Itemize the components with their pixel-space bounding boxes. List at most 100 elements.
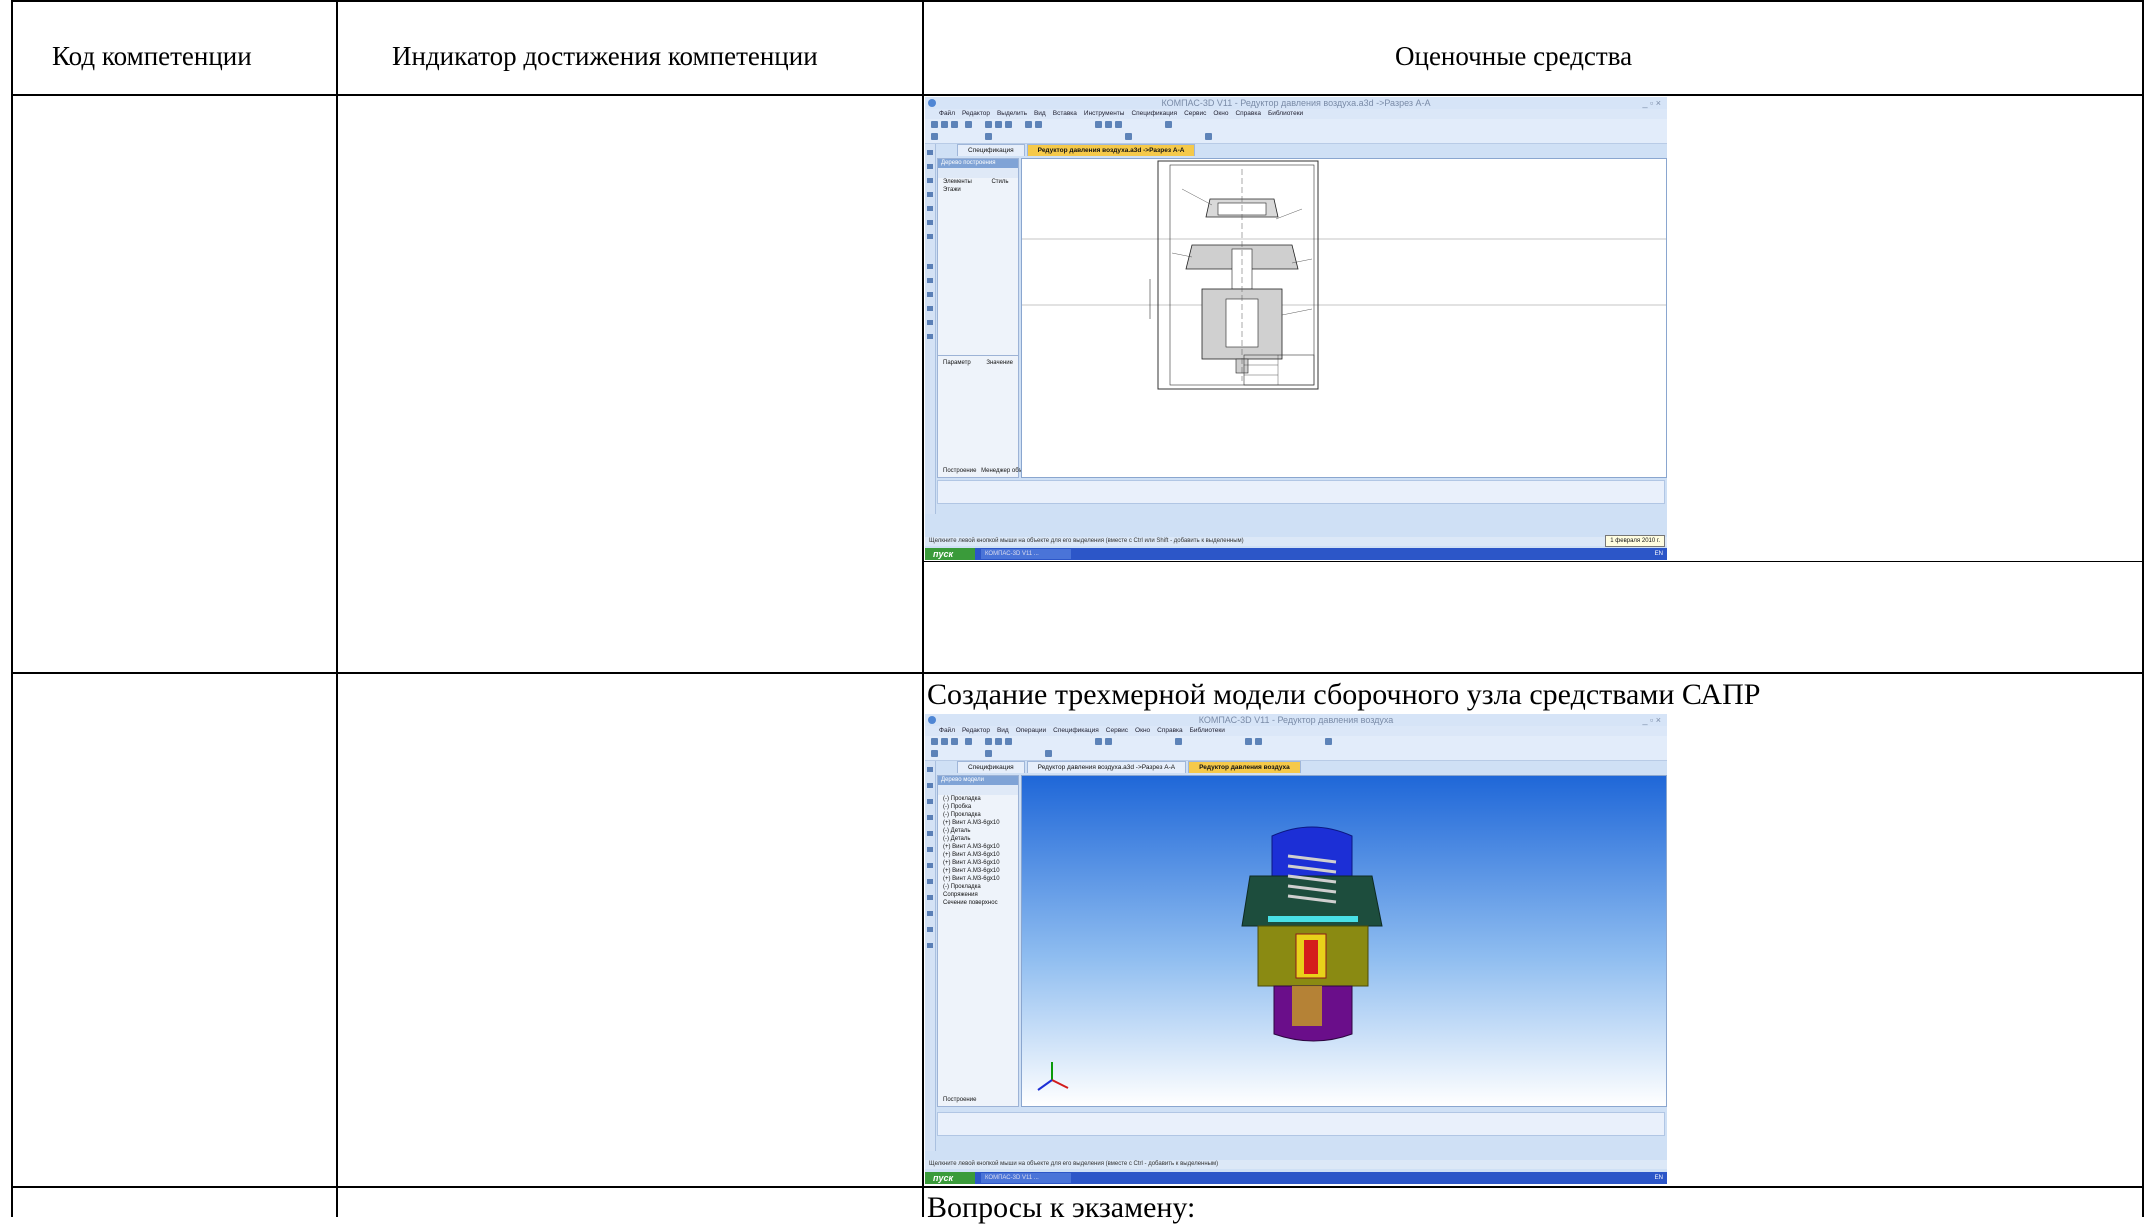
coordinates-icon[interactable] [1205, 133, 1212, 140]
menu-item[interactable]: Файл [939, 109, 955, 119]
zoom-in-icon[interactable] [1095, 738, 1102, 745]
cut-icon[interactable] [985, 738, 992, 745]
grid-icon[interactable] [1045, 750, 1052, 757]
select-icon[interactable] [927, 879, 933, 884]
copy-icon[interactable] [995, 738, 1002, 745]
hatch-icon[interactable] [927, 334, 933, 339]
tree-item[interactable]: (-) Прокладка [938, 883, 1018, 891]
menu-item[interactable]: Сервис [1106, 726, 1128, 736]
paste-icon[interactable] [1005, 738, 1012, 745]
select-icon[interactable] [927, 234, 933, 239]
tab-section-a-a[interactable]: Редуктор давления воздуха.a3d ->Разрез А… [1026, 761, 1187, 773]
zoom-out-icon[interactable] [1105, 121, 1112, 128]
tree-item[interactable]: (-) Деталь [938, 835, 1018, 843]
tab-construction[interactable]: Построение [943, 468, 976, 474]
designations-icon[interactable] [927, 178, 933, 183]
menu-item[interactable]: Выделить [997, 109, 1027, 119]
library-icon[interactable] [927, 911, 933, 916]
edit-icon[interactable] [927, 192, 933, 197]
menu-item[interactable]: Библиотеки [1190, 726, 1225, 736]
extrude-icon[interactable] [927, 783, 933, 788]
new-file-icon[interactable] [931, 738, 938, 745]
menu-item[interactable]: Справка [1157, 726, 1183, 736]
print-icon[interactable] [965, 738, 972, 745]
menu-item[interactable]: Спецификация [1131, 109, 1177, 119]
model-viewport[interactable] [1021, 775, 1667, 1107]
tree-item[interactable]: (+) Винт А.М3-6gx10 [938, 867, 1018, 875]
cut-icon[interactable] [985, 121, 992, 128]
drawing-canvas[interactable] [1021, 158, 1667, 478]
menu-item[interactable]: Сервис [1184, 109, 1206, 119]
tree-item[interactable]: (-) Прокладка [938, 811, 1018, 819]
surface-icon[interactable] [927, 927, 933, 932]
grid-icon[interactable] [1125, 133, 1132, 140]
menu-item[interactable]: Редактор [962, 726, 990, 736]
tab-construction[interactable]: Построение [938, 1096, 976, 1104]
taskbar-item-kompas[interactable]: КОМПАС-3D V11 ... [981, 549, 1071, 559]
menu-item[interactable]: Справка [1235, 109, 1261, 119]
tree-item[interactable]: (-) Деталь [938, 827, 1018, 835]
menu-item[interactable]: Вид [1034, 109, 1046, 119]
tree-item[interactable]: (-) Прокладка [938, 795, 1018, 803]
new-file-icon[interactable] [931, 121, 938, 128]
copy-icon[interactable] [995, 121, 1002, 128]
pan-icon[interactable] [1165, 121, 1172, 128]
menu-item[interactable]: Инструменты [1084, 109, 1125, 119]
redo-icon[interactable] [1035, 121, 1042, 128]
save-icon[interactable] [951, 738, 958, 745]
menu-item[interactable]: Библиотеки [1268, 109, 1303, 119]
open-file-icon[interactable] [941, 121, 948, 128]
revolve-icon[interactable] [927, 799, 933, 804]
layer-icon[interactable] [985, 750, 992, 757]
wireframe-icon[interactable] [1255, 738, 1262, 745]
step-icon[interactable] [931, 750, 938, 757]
component-icon[interactable] [927, 831, 933, 836]
operations-icon[interactable] [927, 767, 933, 772]
sketch-icon[interactable] [927, 815, 933, 820]
circle-icon[interactable] [927, 278, 933, 283]
specification-icon[interactable] [927, 943, 933, 948]
geometry-icon[interactable] [927, 150, 933, 155]
tree-item[interactable]: (-) Пробка [938, 803, 1018, 811]
taskbar-item-kompas[interactable]: КОМПАС-3D V11 ... [981, 1173, 1071, 1183]
tab-section-a-a[interactable]: Редуктор давления воздуха.a3d ->Разрез А… [1026, 144, 1196, 156]
shaded-view-icon[interactable] [1245, 738, 1252, 745]
menu-item[interactable]: Окно [1135, 726, 1150, 736]
zoom-in-icon[interactable] [1095, 121, 1102, 128]
save-icon[interactable] [951, 121, 958, 128]
rotate-icon[interactable] [1175, 738, 1182, 745]
tree-item-floors[interactable]: Этажи [938, 186, 1018, 194]
tree-item[interactable]: (+) Винт А.М3-6gx10 [938, 851, 1018, 859]
tree-item[interactable]: (+) Винт А.М3-6gx10 [938, 859, 1018, 867]
menu-item[interactable]: Редактор [962, 109, 990, 119]
layer-icon[interactable] [985, 133, 992, 140]
line-icon[interactable] [927, 264, 933, 269]
menu-item[interactable]: Файл [939, 726, 955, 736]
window-controls-icon[interactable]: _ ▫ × [1643, 714, 1661, 726]
menu-item[interactable]: Спецификация [1053, 726, 1099, 736]
zoom-out-icon[interactable] [1105, 738, 1112, 745]
menu-item[interactable]: Вставка [1053, 109, 1077, 119]
section-view-icon[interactable] [1325, 738, 1332, 745]
rectangle-icon[interactable] [927, 306, 933, 311]
tab-pressure-reducer[interactable]: Редуктор давления воздуха [1188, 761, 1301, 773]
zoom-window-icon[interactable] [1115, 121, 1122, 128]
print-icon[interactable] [965, 121, 972, 128]
start-button[interactable]: пуск [925, 1172, 975, 1184]
step-icon[interactable] [931, 133, 938, 140]
open-file-icon[interactable] [941, 738, 948, 745]
start-button[interactable]: пуск [925, 548, 975, 560]
tab-specification[interactable]: Спецификация [957, 144, 1025, 156]
menu-item[interactable]: Операции [1016, 726, 1046, 736]
tree-item[interactable]: (+) Винт А.М3-6gx10 [938, 875, 1018, 883]
arc-icon[interactable] [927, 292, 933, 297]
spline-icon[interactable] [927, 320, 933, 325]
menu-item[interactable]: Окно [1213, 109, 1228, 119]
mate-icon[interactable] [927, 847, 933, 852]
tree-item[interactable]: (+) Винт А.М3-6gx10 [938, 843, 1018, 851]
window-controls-icon[interactable]: _ ▫ × [1643, 97, 1661, 109]
tree-item[interactable]: Сечение поверхнос [938, 899, 1018, 907]
tree-item[interactable]: Сопряжения [938, 891, 1018, 899]
undo-icon[interactable] [1025, 121, 1032, 128]
parametrization-icon[interactable] [927, 206, 933, 211]
